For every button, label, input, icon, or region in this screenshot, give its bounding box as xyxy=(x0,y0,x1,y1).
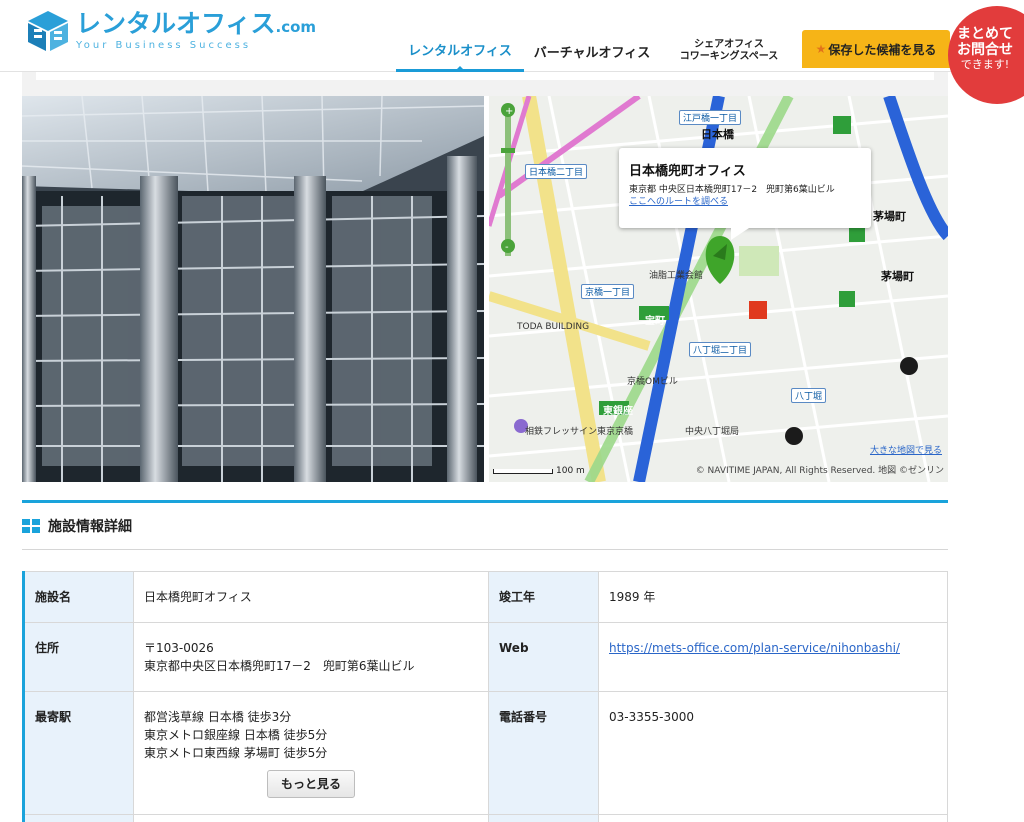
popup-address: 東京都 中央区日本橋兜町17－2 兜町第6葉山ビル xyxy=(629,185,835,195)
map-label-toda: TODA BUILDING xyxy=(517,322,590,332)
svg-text:+: + xyxy=(505,106,513,117)
building-photo xyxy=(22,96,484,482)
table-row: 施設名 日本橋兜町オフィス 竣工年 1989 年 xyxy=(23,571,948,623)
map-info-popup: 日本橋兜町オフィス 東京都 中央区日本橋兜町17－2 兜町第6葉山ビル ここへの… xyxy=(619,148,871,240)
address-value: 〒103-0026 東京都中央区日本橋兜町17－2 兜町第6葉山ビル xyxy=(133,622,489,692)
map-copyright: © NAVITIME JAPAN, All Rights Reserved. 地… xyxy=(695,466,944,476)
logo-cube-icon xyxy=(28,11,68,51)
map-label-kyobashi-1: 京橋一丁目 xyxy=(581,284,635,299)
phone-value: 03-3355-3000 xyxy=(598,691,948,815)
location-map[interactable]: + - 江戸橋一丁目 日本橋 日本橋二丁目 茅場町 茅場町 京橋一丁目 油脂工業… xyxy=(489,96,948,482)
facility-name-value: 日本橋兜町オフィス xyxy=(133,571,489,623)
logo-wordmark: レンタルオフィス.com xyxy=(76,8,317,38)
popup-title: 日本橋兜町オフィス xyxy=(629,164,746,179)
star-icon: ★ xyxy=(815,42,827,56)
nearest-station-value: 都営浅草線 日本橋 徒歩3分 東京メトロ銀座線 日本橋 徒歩5分 東京メトロ東西… xyxy=(133,691,489,815)
nav-tab-share-office[interactable]: シェアオフィス コワーキングスペース xyxy=(660,30,798,72)
nearest-station-label: 最寄駅 xyxy=(23,691,134,815)
map-label-higashiginza: 東銀座 xyxy=(603,406,633,417)
map-label-nihonbashi-2: 日本橋二丁目 xyxy=(525,164,588,179)
logo-tagline: Your Business Success xyxy=(76,39,252,51)
table-row: 住所 〒103-0026 東京都中央区日本橋兜町17－2 兜町第6葉山ビル We… xyxy=(23,622,948,692)
web-value: https://mets-office.com/plan-service/nih… xyxy=(598,622,948,692)
phone-label: 電話番号 xyxy=(488,691,599,815)
table-row xyxy=(23,814,948,822)
map-scale: 100 m xyxy=(493,466,585,476)
map-label-hatchobori: 八丁堀 xyxy=(791,388,827,403)
sub-bar xyxy=(22,72,948,96)
route-link[interactable]: ここへのルートを調べる xyxy=(629,196,861,208)
map-label-hacho-post: 中央八丁堀局 xyxy=(685,427,740,437)
table-row: 最寄駅 都営浅草線 日本橋 徒歩3分 東京メトロ銀座線 日本橋 徒歩5分 東京メ… xyxy=(23,691,948,815)
map-label-kyobashi-om: 京橋OMビル xyxy=(627,377,678,387)
map-label-kayabacho-station: 茅場町 xyxy=(881,270,914,283)
built-year-value: 1989 年 xyxy=(598,571,948,623)
map-label-edobashi: 江戸橋一丁目 xyxy=(679,110,742,125)
map-label-kayabacho: 茅場町 xyxy=(873,210,906,223)
map-label-takaracho: 宝町 xyxy=(645,316,665,327)
section-title: 施設情報詳細 xyxy=(22,514,132,538)
saved-candidates-button[interactable]: ★ 保存した候補を見る xyxy=(802,30,950,68)
web-link[interactable]: https://mets-office.com/plan-service/nih… xyxy=(609,641,900,655)
map-label-sotetsu: 相鉄フレッサイン東京京橋 xyxy=(525,427,634,437)
site-header: レンタルオフィス.com Your Business Success レンタルオ… xyxy=(0,0,1024,72)
map-label-nihonbashi: 日本橋 xyxy=(701,128,734,141)
site-logo[interactable]: レンタルオフィス.com Your Business Success xyxy=(26,8,316,54)
section-accent-bar xyxy=(22,500,948,503)
facility-info-table: 施設名 日本橋兜町オフィス 竣工年 1989 年 住所 〒103-0026 東京… xyxy=(22,571,948,822)
web-label: Web xyxy=(488,622,599,692)
facility-name-label: 施設名 xyxy=(23,571,134,623)
map-label-yuden: 油脂工業会館 xyxy=(649,271,704,281)
svg-text:-: - xyxy=(505,242,509,253)
address-label: 住所 xyxy=(23,622,134,692)
map-label-hatchobori-2: 八丁堀二丁目 xyxy=(689,342,752,357)
section-divider xyxy=(22,549,948,550)
nav-tab-rental-office[interactable]: レンタルオフィス xyxy=(396,30,524,72)
section-grid-icon xyxy=(22,519,40,533)
built-year-label: 竣工年 xyxy=(488,571,599,623)
main-nav: レンタルオフィス バーチャルオフィス シェアオフィス コワーキングスペース ★ 保存… xyxy=(396,30,950,72)
larger-map-link[interactable]: 大きな地図で見る xyxy=(870,443,942,456)
nav-tab-virtual-office[interactable]: バーチャルオフィス xyxy=(524,30,660,72)
show-more-button[interactable]: もっと見る xyxy=(267,770,355,798)
